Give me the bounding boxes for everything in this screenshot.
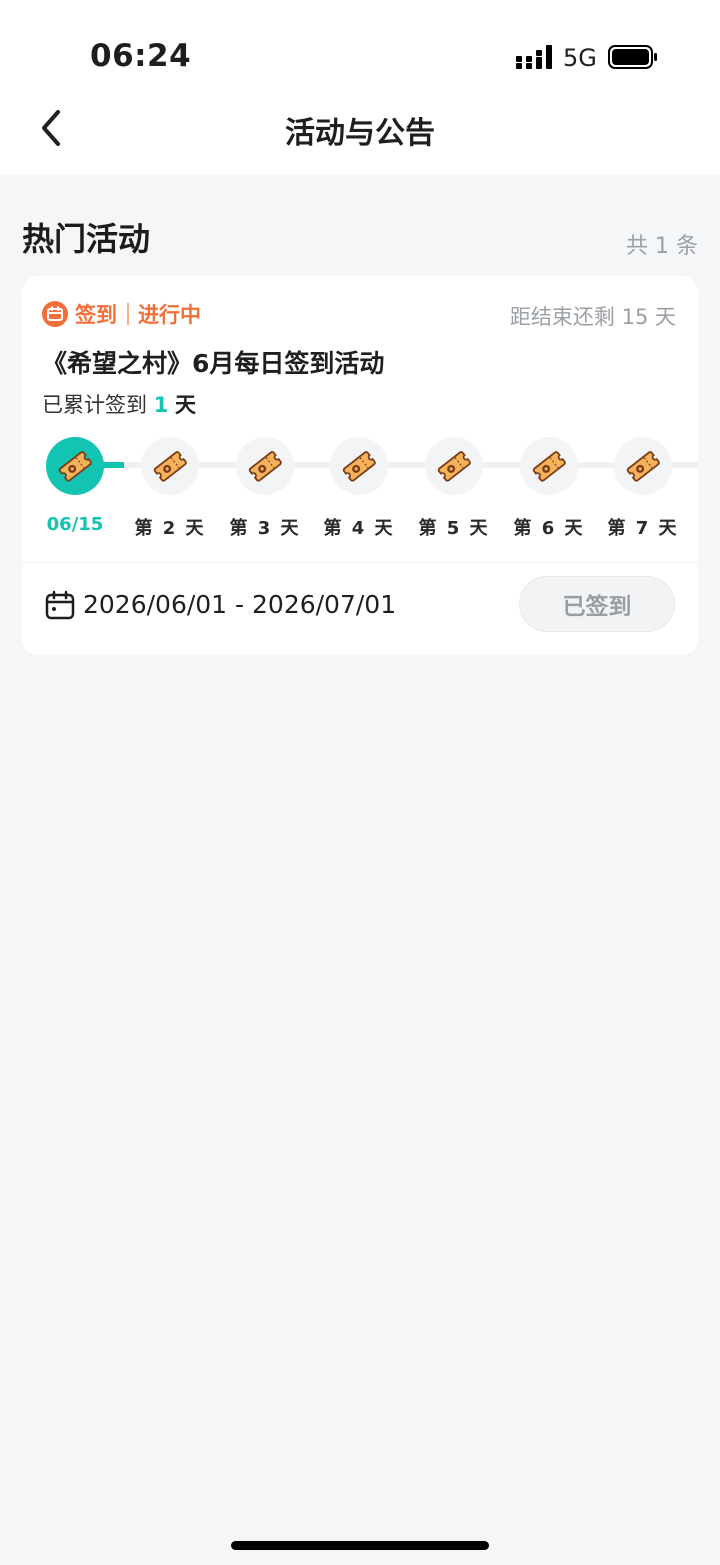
day-1-label: 06/15 — [46, 514, 104, 535]
calendar-icon — [45, 590, 75, 620]
network-label: 5G — [563, 44, 597, 72]
day-2-ticket-icon[interactable] — [141, 437, 199, 495]
day-6-label: 第 6 天 — [513, 518, 585, 539]
day-1-ticket-icon[interactable] — [46, 437, 104, 495]
progress-track-filled — [102, 462, 124, 468]
section-count: 共 1 条 — [626, 234, 698, 259]
checkin-calendar-icon — [42, 301, 68, 327]
battery-icon — [608, 45, 657, 69]
tag-label: 签到 — [75, 303, 117, 327]
day-6-ticket-icon[interactable] — [520, 437, 578, 495]
day-5-ticket-icon[interactable] — [425, 437, 483, 495]
section-title: 热门活动 — [22, 220, 151, 258]
home-indicator — [231, 1541, 489, 1550]
day-7-label: 第 7 天 — [607, 518, 679, 539]
checkin-progress: 已累计签到 1 天 — [42, 389, 196, 419]
status-badge: 进行中 — [138, 303, 201, 327]
day-4-label: 第 4 天 — [323, 518, 395, 539]
day-2-label: 第 2 天 — [134, 518, 206, 539]
day-5-label: 第 5 天 — [418, 518, 490, 539]
date-range: 2026/06/01 - 2026/07/01 — [83, 590, 397, 619]
tag-divider — [127, 303, 129, 325]
signal-icon — [516, 45, 552, 69]
progress-unit: 天 — [175, 393, 196, 417]
activity-card[interactable]: 签到 进行中 距结束还剩 15 天 《希望之村》6月每日签到活动 已累计签到 1… — [22, 276, 698, 655]
progress-prefix: 已累计签到 — [42, 393, 147, 417]
countdown-text: 距结束还剩 15 天 — [509, 305, 676, 329]
day-3-label: 第 3 天 — [229, 518, 301, 539]
card-divider — [22, 562, 698, 563]
page-title: 活动与公告 — [285, 116, 435, 151]
day-7-ticket-icon[interactable] — [614, 437, 672, 495]
status-time: 06:24 — [90, 38, 192, 74]
progress-track — [122, 462, 698, 468]
top-bar: 06:24 5G 活动与公告 — [0, 0, 720, 175]
day-4-ticket-icon[interactable] — [330, 437, 388, 495]
signed-button[interactable]: 已签到 — [519, 576, 675, 632]
day-3-ticket-icon[interactable] — [236, 437, 294, 495]
progress-count: 1 — [153, 393, 169, 417]
activity-title: 《希望之村》6月每日签到活动 — [42, 349, 385, 378]
